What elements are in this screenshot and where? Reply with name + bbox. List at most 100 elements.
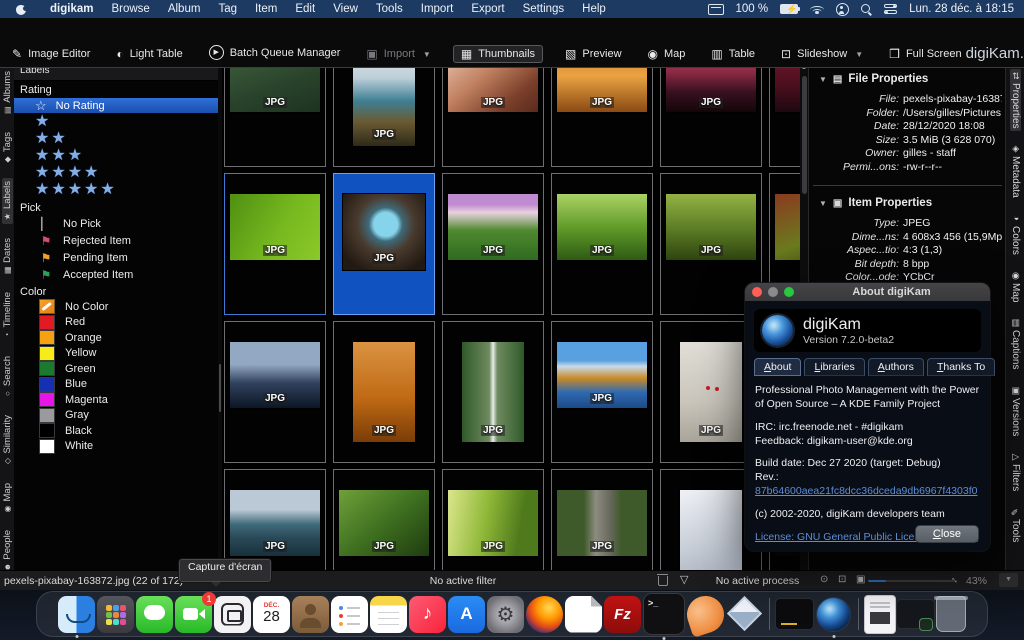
color-black-item[interactable]: Black <box>14 423 218 439</box>
panel-splitter[interactable] <box>218 64 222 570</box>
rejected-item[interactable]: ⚑ Rejected Item <box>14 232 218 249</box>
color-orange-item[interactable]: Orange <box>14 330 218 346</box>
collapse-caret-icon[interactable]: ▼ <box>819 75 827 84</box>
wifi-icon[interactable] <box>810 4 824 14</box>
input-source-icon[interactable] <box>708 4 724 15</box>
tab-captions[interactable]: ▤Captions <box>1010 314 1021 372</box>
menu-tools[interactable]: Tools <box>367 3 412 15</box>
system-preferences-dock-icon[interactable]: ⚙ <box>487 596 524 633</box>
photo-thumbnail[interactable]: JPG <box>660 64 762 167</box>
sidebar-tab-map[interactable]: ◉Map <box>2 480 13 516</box>
calendar-dock-icon[interactable]: DÉC. 28 <box>253 596 290 633</box>
zoom-slider[interactable] <box>868 580 954 582</box>
batch-queue-button[interactable]: ▶ Batch Queue Manager <box>205 42 345 63</box>
revision-link[interactable]: 87b64600aea21fc8dcc36dceda9db6967f4303f0 <box>755 485 977 497</box>
sidebar-tab-similarity[interactable]: ◇Similarity <box>2 412 13 469</box>
tab-colors[interactable]: ◐Colors <box>1010 210 1021 258</box>
photo-thumbnail[interactable]: JPG <box>333 469 435 570</box>
color-white-item[interactable]: White <box>14 439 218 455</box>
zoom-image-icon[interactable]: ▣ <box>856 574 865 585</box>
control-center-icon[interactable] <box>884 4 897 14</box>
tab-map[interactable]: ◉Map <box>1010 267 1021 305</box>
menu-settings[interactable]: Settings <box>514 3 574 15</box>
screenshot-dock-icon[interactable] <box>214 596 251 633</box>
tab-thanks-to[interactable]: Thanks To <box>927 358 995 376</box>
tab-versions[interactable]: ▣Versions <box>1010 382 1021 439</box>
sidebar-tab-tags[interactable]: ◆Tags <box>2 129 13 167</box>
music-dock-icon[interactable]: ♪ <box>409 596 446 633</box>
firefox-dock-icon[interactable] <box>526 596 563 633</box>
color-blue-item[interactable]: Blue <box>14 377 218 393</box>
color-red-item[interactable]: Red <box>14 315 218 331</box>
slideshow-button[interactable]: ⊡ Slideshow ▼ <box>777 45 867 63</box>
dialog-titlebar[interactable]: About digiKam <box>745 283 990 301</box>
photo-thumbnail[interactable]: JPG <box>224 321 326 463</box>
menu-edit[interactable]: Edit <box>286 3 324 15</box>
close-button[interactable]: Close <box>915 525 979 543</box>
expand-icon[interactable]: ↔ <box>948 572 963 587</box>
photo-thumbnail[interactable]: JPG <box>224 469 326 570</box>
color-magenta-item[interactable]: Magenta <box>14 392 218 408</box>
menu-browse[interactable]: Browse <box>102 3 158 15</box>
libreoffice-dock-icon[interactable] <box>565 596 602 633</box>
map-button[interactable]: ◉ Map <box>644 45 690 63</box>
light-table-button[interactable]: ◐ Light Table <box>112 45 186 63</box>
sidebar-tab-albums[interactable]: ▤Albums <box>2 68 13 118</box>
sidebar-tab-labels[interactable]: ★Labels <box>2 178 13 224</box>
collapse-caret-icon[interactable]: ▼ <box>819 199 827 208</box>
menu-digikam[interactable]: digikam <box>41 3 102 15</box>
preview-button[interactable]: ▧ Preview <box>561 45 625 63</box>
photo-thumbnail[interactable]: JPG <box>442 469 544 570</box>
user-switch-icon[interactable] <box>836 3 849 16</box>
menu-export[interactable]: Export <box>462 3 513 15</box>
rating-3-item[interactable]: ★★★ <box>14 148 218 165</box>
pending-item[interactable]: ⚑ Pending Item <box>14 249 218 266</box>
minimized-window-dock-item[interactable] <box>897 600 934 628</box>
menu-view[interactable]: View <box>324 3 367 15</box>
color-gray-item[interactable]: Gray <box>14 408 218 424</box>
import-button[interactable]: ▣ Import ▼ <box>362 45 434 63</box>
filter-funnel-icon[interactable]: ▽ <box>680 573 688 586</box>
spotlight-icon[interactable] <box>861 4 872 15</box>
scrollbar-thumb[interactable] <box>802 76 807 194</box>
trash-dock-icon[interactable] <box>936 596 966 632</box>
no-rating-item[interactable]: ☆ No Rating <box>14 98 218 113</box>
color-green-item[interactable]: Green <box>14 361 218 377</box>
documents-dock-icon[interactable] <box>865 596 895 633</box>
virtualbox-dock-icon[interactable] <box>726 596 763 633</box>
no-pick-item[interactable]: ▏ No Pick <box>14 215 218 232</box>
menu-tag[interactable]: Tag <box>209 3 246 15</box>
battery-icon[interactable]: ⚡ <box>780 4 798 14</box>
reminders-dock-icon[interactable] <box>331 596 368 633</box>
tab-authors[interactable]: Authors <box>868 358 924 376</box>
sidebar-tab-search[interactable]: ○Search <box>2 353 13 401</box>
photo-thumbnail[interactable]: JPG <box>551 321 653 463</box>
sidebar-tab-dates[interactable]: ▦Dates <box>2 235 13 278</box>
tab-filters[interactable]: ▽Filters <box>1010 448 1021 494</box>
photo-thumbnail[interactable]: JPG <box>333 64 435 167</box>
finder-dock-icon[interactable] <box>58 596 95 633</box>
zoom-dropdown[interactable]: ▼ <box>999 573 1018 587</box>
apple-menu-icon[interactable] <box>16 3 27 15</box>
photo-thumbnail[interactable]: JPG <box>442 321 544 463</box>
tab-libraries[interactable]: Libraries <box>804 358 864 376</box>
utility-dock-icon[interactable] <box>682 591 729 638</box>
photo-thumbnail[interactable]: JPG <box>442 173 544 315</box>
tab-properties[interactable]: ⇅Properties <box>1010 69 1021 131</box>
photo-thumbnail[interactable]: JPG <box>333 321 435 463</box>
color-none-item[interactable]: No Color <box>14 299 218 315</box>
messages-dock-icon[interactable] <box>136 596 173 633</box>
fit-window-icon[interactable]: ⊡ <box>838 574 846 585</box>
rating-5-item[interactable]: ★★★★★ <box>14 182 218 199</box>
filezilla-dock-icon[interactable]: Fz <box>604 596 641 633</box>
tab-about[interactable]: About <box>754 358 801 376</box>
fullscreen-button[interactable]: ❒ Full Screen <box>885 45 965 63</box>
tab-tools[interactable]: ✎Tools <box>1010 503 1021 545</box>
table-button[interactable]: ▥ Table <box>707 45 759 63</box>
photo-thumbnail[interactable]: JPG <box>551 64 653 167</box>
item-properties-header[interactable]: ▼ ▣ Item Properties <box>809 188 1006 215</box>
rating-1-item[interactable]: ★ <box>14 114 218 131</box>
facetime-dock-icon[interactable]: 1 <box>175 596 212 633</box>
file-properties-header[interactable]: ▼ ▤ File Properties <box>809 64 1006 91</box>
menu-help[interactable]: Help <box>573 3 615 15</box>
